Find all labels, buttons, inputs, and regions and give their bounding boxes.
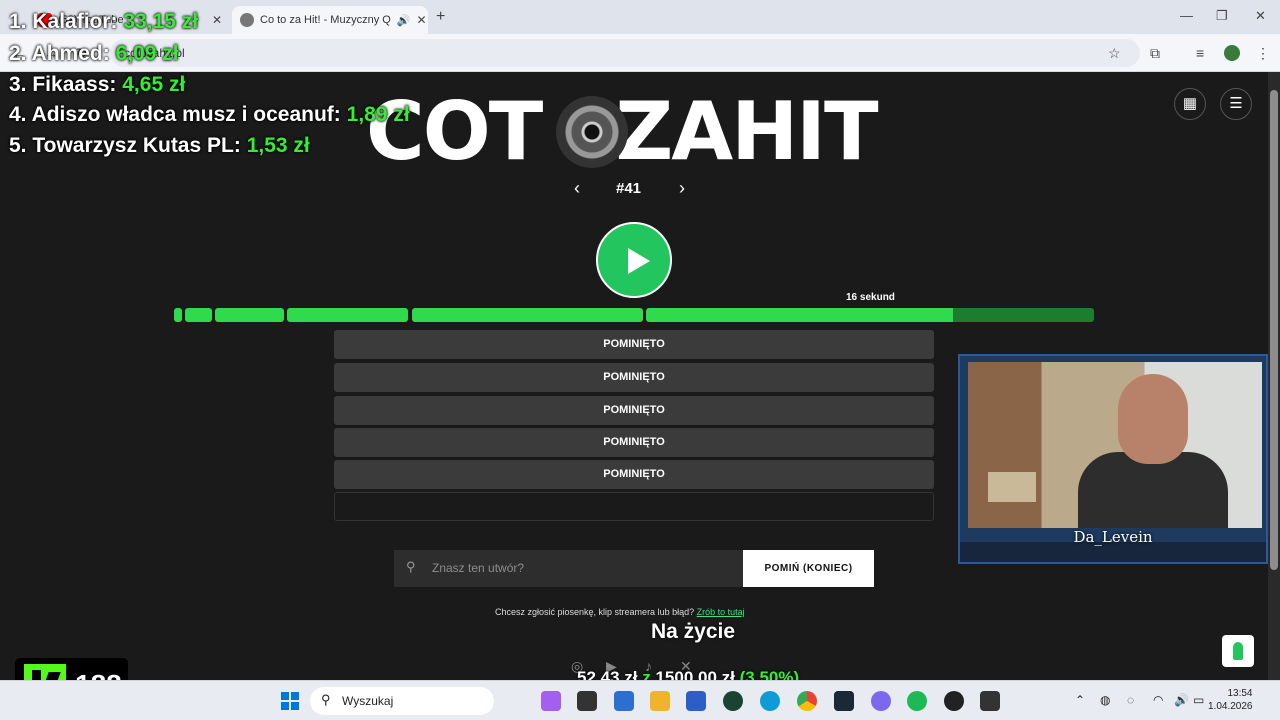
volume-icon[interactable]: 🔊	[1174, 693, 1189, 707]
file-explorer-icon[interactable]	[650, 691, 670, 711]
edge-icon[interactable]	[760, 691, 780, 711]
start-button[interactable]	[281, 692, 299, 710]
help-widget-button[interactable]	[1222, 635, 1254, 667]
app-icon[interactable]	[614, 691, 634, 711]
puzzle-number: #41	[616, 180, 642, 197]
webcam-video	[968, 362, 1262, 528]
leaderboard-entry-2: 2. Ahmed: 6,09 zł	[9, 42, 179, 66]
streamer-name: Da_Levein	[1073, 528, 1153, 546]
webcam-stool	[988, 472, 1036, 502]
tray-chevron-icon[interactable]: ⌃	[1075, 693, 1085, 707]
report-link[interactable]: Zrób to tutaj	[697, 607, 745, 617]
disc-icon	[240, 13, 254, 27]
clock-date: 1.04.2026	[1208, 701, 1253, 712]
media-icon[interactable]: ≡	[1196, 45, 1204, 61]
page-scrollbar[interactable]	[1268, 72, 1280, 680]
system-clock[interactable]: 13:54 1.04.2026	[1208, 687, 1253, 713]
tray-app-icon[interactable]: ◍	[1100, 693, 1110, 707]
battery-icon[interactable]: ▭	[1193, 693, 1204, 707]
calendar-button[interactable]: ▦	[1174, 88, 1206, 120]
entry-name: 5. Towarzysz Kutas PL:	[9, 134, 241, 157]
leaderboard-entry-5: 5. Towarzysz Kutas PL: 1,53 zł	[9, 134, 310, 158]
bookmark-star-icon[interactable]: ☆	[1108, 45, 1121, 62]
address-bar-row: ← → ↻ cotozahit.pl ☆ ⧉ ≡ ⋮	[0, 34, 1280, 72]
extensions-icon[interactable]: ⧉	[1150, 45, 1160, 62]
progress-segment-5	[412, 308, 643, 322]
taskbar-search-label: Wyszukaj	[342, 694, 394, 708]
progress-segment-3	[215, 308, 284, 322]
vinyl-disc-icon	[556, 96, 628, 168]
progress-segment-1	[174, 308, 182, 322]
url-field[interactable]: cotozahit.pl	[110, 39, 1140, 67]
windows-taskbar: ⚲ Wyszukaj ⌃ ◍ ◌ ◠ 🔊 ▭ 13:54 1.04.2026	[0, 680, 1280, 720]
entry-name: 3. Fikaass:	[9, 73, 117, 96]
search-icon: ⚲	[321, 692, 331, 707]
close-tab-icon[interactable]: ✕	[417, 13, 427, 27]
song-search-input[interactable]: ⚲ Znasz ten utwór?	[394, 550, 744, 587]
leaderboard-entry-3: 3. Fikaass: 4,65 zł	[9, 73, 185, 97]
terminal-icon[interactable]	[980, 691, 1000, 711]
new-tab-button[interactable]: +	[436, 8, 445, 26]
guess-slot-1: POMINIĘTO	[334, 330, 934, 359]
guess-slot-3: POMINIĘTO	[334, 396, 934, 425]
clock-time: 13:54	[1227, 688, 1253, 699]
app-icon[interactable]	[577, 691, 597, 711]
copilot-icon[interactable]	[541, 691, 561, 711]
close-tab-icon[interactable]: ✕	[212, 13, 222, 27]
hamburger-menu-button[interactable]: ☰	[1220, 88, 1252, 120]
skip-button[interactable]: POMIŃ (KONIEC)	[743, 550, 874, 587]
guess-slot-5: POMINIĘTO	[334, 460, 934, 489]
entry-name: 4. Adiszo władca musz i oceanuf:	[9, 103, 341, 126]
scrollbar-thumb[interactable]	[1270, 90, 1278, 570]
search-icon: ⚲	[406, 559, 416, 574]
chrome-icon[interactable]	[797, 691, 817, 711]
play-button[interactable]	[596, 222, 672, 298]
tab-cotozahit[interactable]: Co to za Hit! - Muzyczny Q 🔊 ✕	[232, 6, 428, 34]
guess-slot-6	[334, 492, 934, 521]
entry-name: 1. Kalafior:	[9, 10, 118, 33]
timer-label: 16 sekund	[846, 292, 895, 303]
minimize-icon[interactable]: —	[1180, 8, 1193, 23]
webcam-overlay: Da_Levein	[958, 354, 1268, 564]
profile-avatar[interactable]	[1224, 45, 1240, 61]
progress-segment-2	[185, 308, 212, 322]
search-placeholder: Znasz ten utwór?	[432, 561, 525, 575]
leaderboard-entry-1: 1. Kalafior: 33,15 zł	[9, 10, 198, 34]
leaderboard-entry-4: 4. Adiszo władca musz i oceanuf: 1,89 zł	[9, 103, 410, 127]
messenger-icon[interactable]	[871, 691, 891, 711]
next-puzzle-button[interactable]: ›	[679, 178, 685, 199]
app-icon[interactable]	[686, 691, 706, 711]
report-text: Chcesz zgłosić piosenkę, klip streamera …	[495, 607, 695, 617]
now-playing-title: Na życie	[651, 620, 736, 643]
spotify-icon[interactable]	[907, 691, 927, 711]
entry-amount: 33,15 zł	[123, 10, 199, 33]
logo-left-text: COT	[366, 85, 543, 178]
app-icon[interactable]	[723, 691, 743, 711]
app-icon[interactable]	[944, 691, 964, 711]
tab-title: Co to za Hit! - Muzyczny Q	[260, 14, 391, 26]
hamburger-icon: ☰	[1229, 95, 1243, 112]
guess-slot-4: POMINIĘTO	[334, 428, 934, 457]
steam-icon[interactable]	[834, 691, 854, 711]
progress-segment-6	[646, 308, 1094, 322]
entry-name: 2. Ahmed:	[9, 42, 110, 65]
previous-puzzle-button[interactable]: ‹	[574, 178, 580, 199]
entry-amount: 1,89 zł	[346, 103, 410, 126]
speaker-icon[interactable]: 🔊	[397, 14, 411, 27]
progress-segment-4	[287, 308, 408, 322]
menu-icon[interactable]: ⋮	[1256, 45, 1270, 62]
calendar-icon: ▦	[1182, 95, 1198, 112]
close-window-icon[interactable]: ✕	[1255, 8, 1266, 24]
entry-amount: 1,53 zł	[246, 134, 310, 157]
entry-amount: 6,09 zł	[115, 42, 179, 65]
entry-amount: 4,65 zł	[122, 73, 186, 96]
taskbar-search[interactable]: ⚲ Wyszukaj	[310, 687, 494, 715]
logo-right-text: ZAHIT	[615, 85, 878, 178]
wifi-icon[interactable]: ◠	[1153, 693, 1163, 707]
maximize-icon[interactable]: ❐	[1216, 8, 1228, 24]
report-line: Chcesz zgłosić piosenkę, klip streamera …	[495, 607, 745, 617]
webcam-person-head	[1118, 374, 1188, 464]
guess-slot-2: POMINIĘTO	[334, 363, 934, 392]
tray-app-icon[interactable]: ◌	[1127, 693, 1134, 707]
